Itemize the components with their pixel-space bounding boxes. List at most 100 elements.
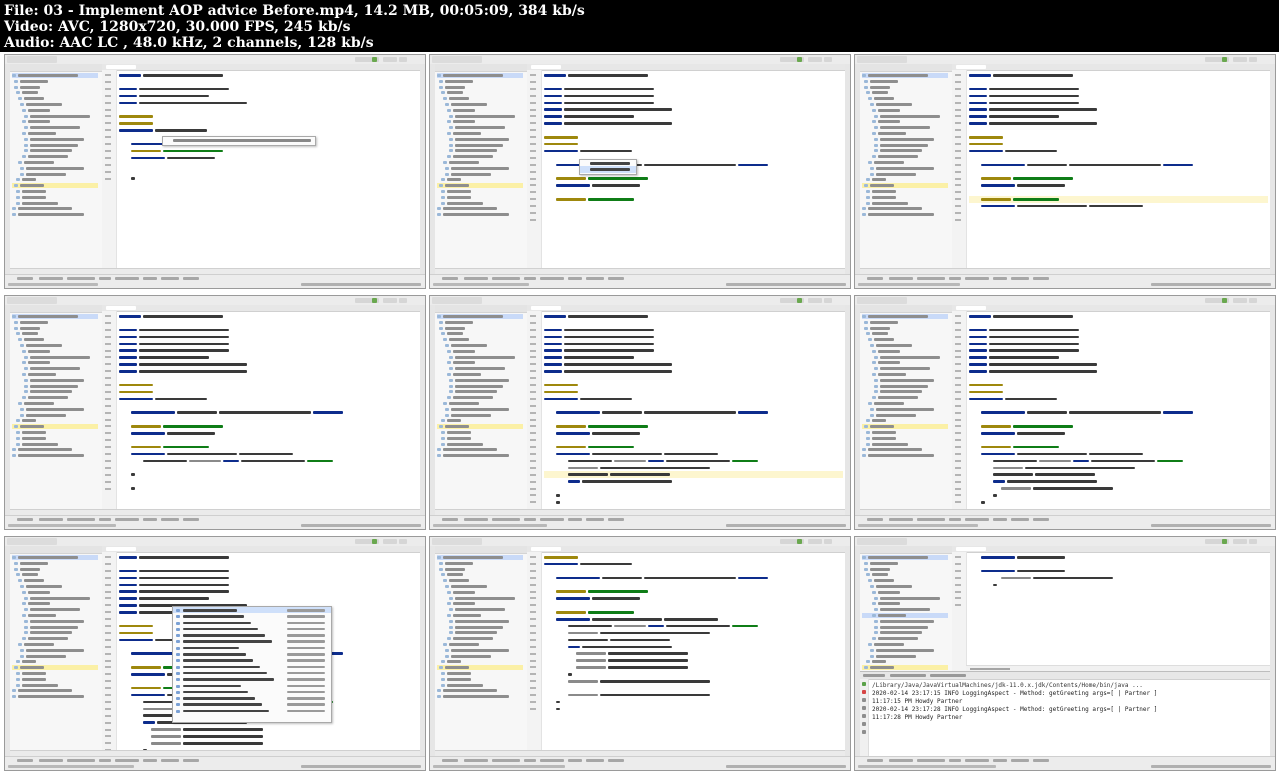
toolbar-button[interactable]: [1249, 298, 1257, 303]
status-bar-tool-button[interactable]: [524, 518, 536, 521]
status-bar-tool-button[interactable]: [867, 277, 883, 280]
tree-item[interactable]: [12, 561, 98, 566]
tree-item[interactable]: [437, 590, 523, 595]
status-bar-tool-button[interactable]: [143, 518, 157, 521]
status-bar-tool-button[interactable]: [161, 277, 179, 280]
tree-item[interactable]: [12, 108, 98, 113]
status-bar-tool-button[interactable]: [965, 518, 989, 521]
tree-item[interactable]: [12, 413, 98, 418]
tree-item[interactable]: [862, 189, 948, 194]
status-bar-tool-button[interactable]: [1033, 518, 1049, 521]
tree-item[interactable]: [437, 206, 523, 211]
status-bar-tool-button[interactable]: [67, 518, 95, 521]
tree-item[interactable]: [862, 331, 948, 336]
status-bar-tool-button[interactable]: [993, 277, 1007, 280]
tree-item[interactable]: [12, 401, 98, 406]
tree-item[interactable]: [437, 407, 523, 412]
status-bar-tool-button[interactable]: [115, 277, 139, 280]
tree-item[interactable]: [437, 119, 523, 124]
tree-item[interactable]: [12, 85, 98, 90]
toolbar-button[interactable]: [808, 298, 822, 303]
tree-item[interactable]: [12, 601, 98, 606]
tree-item[interactable]: [437, 447, 523, 452]
tree-item[interactable]: [437, 665, 523, 671]
tree-item[interactable]: [12, 206, 98, 211]
tree-item[interactable]: [862, 96, 948, 101]
tree-item[interactable]: [12, 195, 98, 200]
editor-tab[interactable]: [956, 306, 986, 310]
editor-tab[interactable]: [531, 306, 561, 310]
completion-hint-popup[interactable]: [162, 136, 316, 146]
tree-item[interactable]: [862, 407, 948, 412]
toolbar-button[interactable]: [399, 539, 407, 544]
tree-item[interactable]: [862, 148, 948, 153]
tree-item[interactable]: [12, 154, 98, 159]
tree-item[interactable]: [12, 366, 98, 371]
run-icon[interactable]: [1222, 539, 1227, 544]
status-bar-tool-button[interactable]: [949, 277, 961, 280]
status-bar-tool-button[interactable]: [183, 759, 199, 762]
status-bar-tool-button[interactable]: [867, 518, 883, 521]
tree-item[interactable]: [862, 384, 948, 389]
status-bar-tool-button[interactable]: [492, 759, 520, 762]
tree-item[interactable]: [862, 172, 948, 177]
tree-item[interactable]: [437, 683, 523, 688]
tree-item[interactable]: [862, 436, 948, 441]
tree-item[interactable]: [437, 166, 523, 171]
tree-item[interactable]: [862, 442, 948, 447]
console-tool-icon[interactable]: [862, 722, 866, 726]
status-bar-tool-button[interactable]: [442, 518, 458, 521]
tree-item[interactable]: [862, 195, 948, 200]
tree-item[interactable]: [12, 613, 98, 618]
tree-item[interactable]: [862, 567, 948, 572]
tree-item[interactable]: [437, 671, 523, 676]
tree-item[interactable]: [12, 442, 98, 447]
project-selector[interactable]: [432, 297, 482, 304]
status-bar-tool-button[interactable]: [917, 518, 945, 521]
tree-item[interactable]: [12, 349, 98, 354]
status-bar-tool-button[interactable]: [540, 277, 564, 280]
tree-item[interactable]: [862, 343, 948, 348]
tree-item[interactable]: [437, 343, 523, 348]
status-bar-tool-button[interactable]: [464, 518, 488, 521]
status-bar-tool-button[interactable]: [464, 759, 488, 762]
project-selector[interactable]: [857, 538, 907, 545]
tree-item[interactable]: [862, 555, 948, 561]
code-editor[interactable]: [952, 64, 1270, 275]
run-icon[interactable]: [372, 298, 377, 303]
status-bar-tool-button[interactable]: [99, 518, 111, 521]
tree-item[interactable]: [862, 125, 948, 130]
tree-item[interactable]: [862, 630, 948, 635]
tree-item[interactable]: [12, 378, 98, 383]
status-bar-tool-button[interactable]: [586, 759, 604, 762]
status-bar-tool-button[interactable]: [1011, 277, 1029, 280]
tree-item[interactable]: [437, 395, 523, 400]
code-editor[interactable]: [527, 305, 845, 516]
tree-item[interactable]: [437, 688, 523, 693]
tree-item[interactable]: [862, 131, 948, 136]
tree-item[interactable]: [862, 102, 948, 107]
tree-item[interactable]: [862, 424, 948, 430]
tree-item[interactable]: [862, 326, 948, 331]
tree-item[interactable]: [437, 85, 523, 90]
tree-item[interactable]: [437, 79, 523, 84]
status-bar-tool-button[interactable]: [1011, 518, 1029, 521]
status-bar-tool-button[interactable]: [39, 277, 63, 280]
project-selector[interactable]: [432, 538, 482, 545]
tree-item[interactable]: [437, 320, 523, 325]
tree-item[interactable]: [12, 447, 98, 452]
status-bar-tool-button[interactable]: [492, 277, 520, 280]
status-bar-tool-button[interactable]: [17, 518, 33, 521]
status-bar-tool-button[interactable]: [608, 518, 624, 521]
status-bar-tool-button[interactable]: [115, 759, 139, 762]
toolbar-button[interactable]: [383, 298, 397, 303]
tree-item[interactable]: [862, 601, 948, 606]
tree-item[interactable]: [437, 137, 523, 142]
tree-item[interactable]: [437, 654, 523, 659]
tree-item[interactable]: [862, 320, 948, 325]
tree-item[interactable]: [12, 160, 98, 165]
tree-item[interactable]: [862, 79, 948, 84]
tree-item[interactable]: [862, 372, 948, 377]
tree-item[interactable]: [862, 166, 948, 171]
tree-item[interactable]: [437, 389, 523, 394]
